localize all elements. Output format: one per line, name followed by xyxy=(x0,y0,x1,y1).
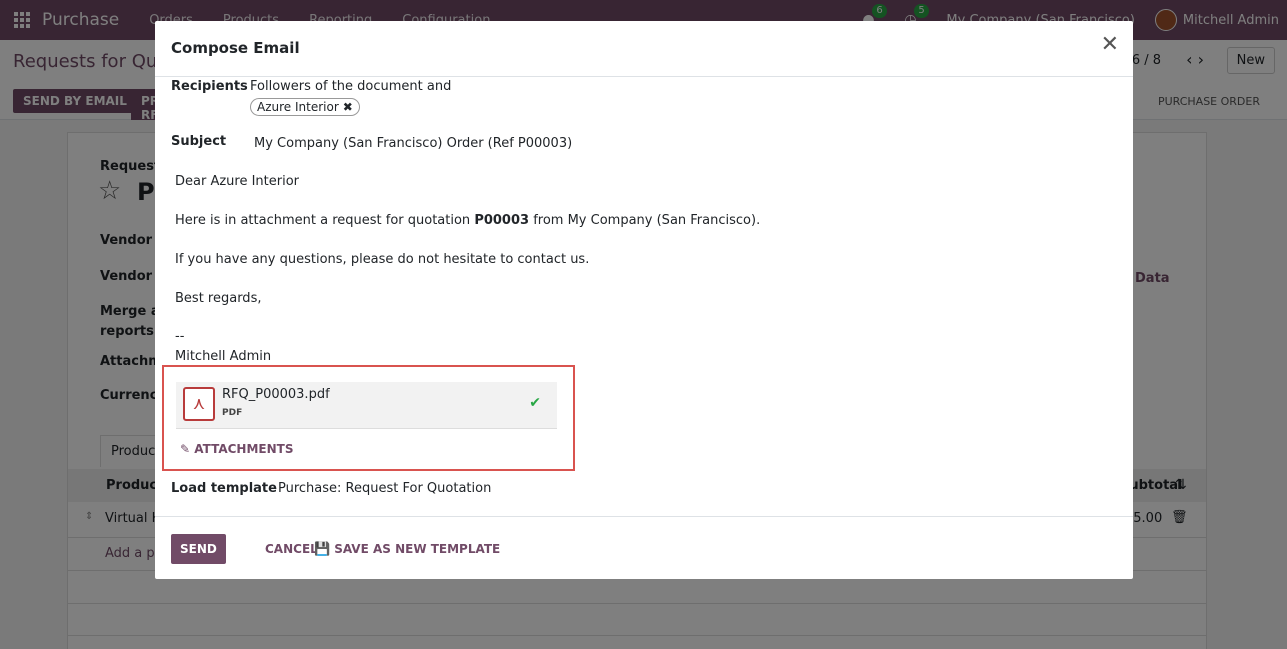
modal-header: Compose Email ✕ xyxy=(155,21,1133,77)
paperclip-icon: ✎ xyxy=(180,442,191,456)
save-template-button[interactable]: 💾 SAVE AS NEW TEMPLATE xyxy=(314,542,500,557)
body-line-1[interactable]: Here is in attachment a request for quot… xyxy=(175,213,760,228)
send-button[interactable]: SEND xyxy=(171,534,226,564)
save-template-label: SAVE AS NEW TEMPLATE xyxy=(334,542,501,556)
subject-label: Subject xyxy=(171,134,227,149)
subject-input[interactable]: My Company (San Francisco) Order (Ref P0… xyxy=(254,136,572,151)
body-greeting[interactable]: Dear Azure Interior xyxy=(175,174,299,189)
save-icon: 💾 xyxy=(314,542,331,557)
pdf-file-icon: ⋏ xyxy=(183,387,215,421)
remove-tag-icon[interactable]: ✖ xyxy=(343,100,353,114)
recipients-label: Recipients xyxy=(171,79,248,94)
check-icon: ✔ xyxy=(529,395,541,411)
body-line-2[interactable]: If you have any questions, please do not… xyxy=(175,252,589,267)
template-label: Load template xyxy=(171,481,277,496)
recipient-tag-label: Azure Interior xyxy=(257,100,339,114)
close-icon[interactable]: ✕ xyxy=(1101,34,1119,56)
body-signature[interactable]: Mitchell Admin xyxy=(175,349,271,364)
body-signature-separator[interactable]: -- xyxy=(175,329,184,344)
attachment-filename[interactable]: RFQ_P00003.pdf xyxy=(222,387,330,402)
modal-title: Compose Email xyxy=(171,39,300,57)
attachments-button[interactable]: ✎ ATTACHMENTS xyxy=(180,442,293,456)
body-line-1-ref: P00003 xyxy=(474,213,530,228)
attachments-button-label: ATTACHMENTS xyxy=(194,442,294,456)
body-line-1-suffix: from My Company (San Francisco). xyxy=(529,213,761,228)
recipients-text: Followers of the document and xyxy=(250,79,452,94)
attachment-extension: PDF xyxy=(222,408,243,418)
recipient-tag[interactable]: Azure Interior ✖ xyxy=(250,98,360,116)
compose-email-dialog: Compose Email ✕ Recipients Followers of … xyxy=(155,21,1133,579)
cancel-button[interactable]: CANCEL xyxy=(265,542,318,556)
attachment-card[interactable]: ⋏ RFQ_P00003.pdf PDF ✔ xyxy=(176,382,557,429)
template-select[interactable]: Purchase: Request For Quotation xyxy=(278,481,491,496)
body-closing[interactable]: Best regards, xyxy=(175,291,261,306)
body-line-1-prefix: Here is in attachment a request for quot… xyxy=(175,213,475,228)
modal-footer: SEND CANCEL 💾 SAVE AS NEW TEMPLATE xyxy=(155,516,1133,579)
